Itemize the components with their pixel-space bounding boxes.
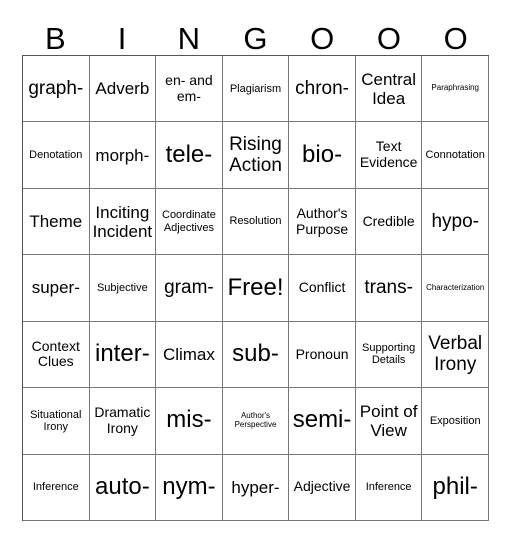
bingo-header: B I N G O O O xyxy=(22,22,489,56)
bingo-cell[interactable]: Characterization xyxy=(422,255,489,322)
bingo-cell[interactable]: Adverb xyxy=(89,56,157,123)
bingo-cell[interactable]: Exposition xyxy=(422,388,489,455)
bingo-cell[interactable]: Paraphrasing xyxy=(422,56,489,123)
bingo-cell[interactable]: mis- xyxy=(156,388,223,455)
bingo-cell[interactable]: Connotation xyxy=(422,122,489,189)
bingo-cell[interactable]: Conflict xyxy=(289,255,356,322)
bingo-cell[interactable]: Inciting Incident xyxy=(89,188,157,256)
bingo-cell[interactable]: Rising Action xyxy=(222,122,290,189)
header-letter: B xyxy=(45,21,66,56)
bingo-cell[interactable]: gram- xyxy=(156,255,223,322)
bingo-cell[interactable]: Text Evidence xyxy=(355,122,423,189)
bingo-cell[interactable]: Dramatic Irony xyxy=(89,388,157,455)
header-letter: O xyxy=(443,21,468,56)
bingo-cell[interactable]: Credible xyxy=(355,188,423,256)
bingo-cell[interactable]: chron- xyxy=(289,56,356,123)
bingo-cell[interactable]: Climax xyxy=(156,321,223,389)
bingo-cell[interactable]: nym- xyxy=(156,454,223,521)
bingo-cell[interactable]: Supporting Details xyxy=(355,321,423,389)
bingo-cell[interactable]: Inference xyxy=(23,454,90,521)
bingo-cell[interactable]: Pronoun xyxy=(289,321,356,389)
bingo-cell[interactable]: morph- xyxy=(89,122,157,189)
bingo-cell[interactable]: Context Clues xyxy=(23,321,90,389)
bingo-cell[interactable]: sub- xyxy=(222,321,290,389)
bingo-cell[interactable]: phil- xyxy=(422,454,489,521)
bingo-cell[interactable]: Theme xyxy=(23,188,90,256)
bingo-cell[interactable]: Plagiarism xyxy=(222,56,290,123)
bingo-cell[interactable]: trans- xyxy=(355,255,423,322)
bingo-cell[interactable]: Denotation xyxy=(23,122,90,189)
bingo-cell[interactable]: Author's Perspective xyxy=(222,388,290,455)
header-letter: O xyxy=(376,21,401,56)
bingo-cell[interactable]: Subjective xyxy=(89,255,157,322)
bingo-card-grid: graph- Adverb en- and em- Plagiarism chron- C… xyxy=(22,55,489,521)
bingo-cell[interactable]: en- and em- xyxy=(156,56,223,123)
bingo-cell[interactable]: Inference xyxy=(355,454,423,521)
free-space-cell[interactable]: Free! xyxy=(222,255,290,322)
header-letter: I xyxy=(117,21,127,56)
bingo-cell[interactable]: Coordinate Adjectives xyxy=(156,188,223,256)
bingo-cell[interactable]: Central Idea xyxy=(355,56,423,123)
bingo-cell[interactable]: inter- xyxy=(89,321,157,389)
header-letter: O xyxy=(310,21,335,56)
bingo-cell[interactable]: hypo- xyxy=(422,188,489,256)
bingo-cell[interactable]: Point of View xyxy=(355,388,423,455)
bingo-cell[interactable]: Resolution xyxy=(222,188,290,256)
bingo-cell[interactable]: semi- xyxy=(289,388,356,455)
bingo-cell[interactable]: bio- xyxy=(289,122,356,189)
bingo-cell[interactable]: super- xyxy=(23,255,90,322)
bingo-cell[interactable]: graph- xyxy=(23,56,90,123)
bingo-cell[interactable]: Verbal Irony xyxy=(422,321,489,389)
header-letter: G xyxy=(243,21,268,56)
header-letter: N xyxy=(177,21,200,56)
bingo-cell[interactable]: auto- xyxy=(89,454,157,521)
bingo-cell[interactable]: tele- xyxy=(156,122,223,189)
bingo-cell[interactable]: Adjective xyxy=(289,454,356,521)
bingo-cell[interactable]: hyper- xyxy=(222,454,290,521)
bingo-cell[interactable]: Situational Irony xyxy=(23,388,90,455)
bingo-cell[interactable]: Author's Purpose xyxy=(289,188,356,256)
